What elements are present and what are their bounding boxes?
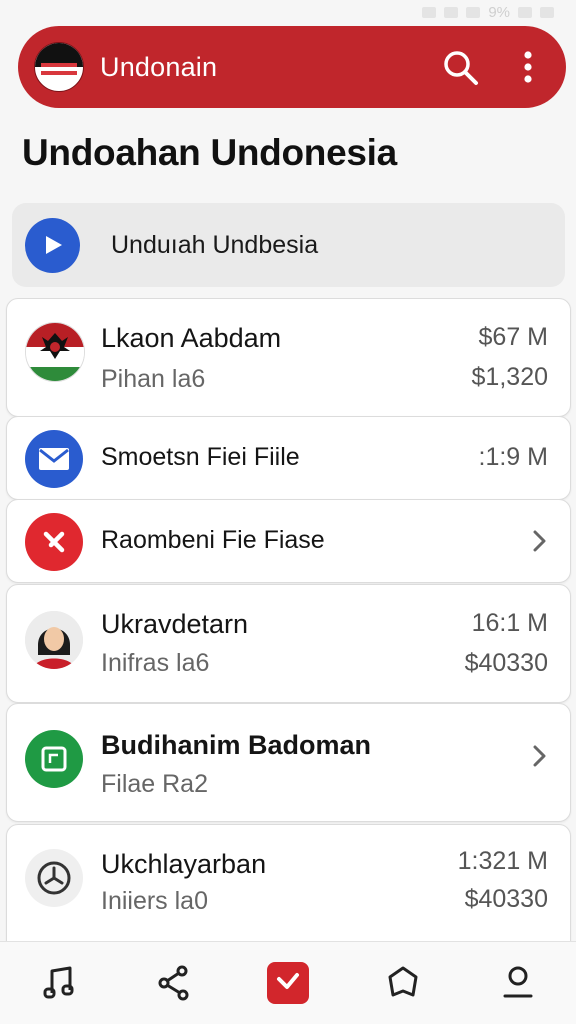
clock-icon xyxy=(25,849,83,907)
play-icon xyxy=(45,236,62,254)
item-value-primary: 1:321 M xyxy=(457,847,548,875)
mail-icon xyxy=(25,430,83,488)
nav-shield[interactable] xyxy=(375,955,431,1011)
nav-music[interactable] xyxy=(30,955,86,1011)
item-title: Ukchlayarban xyxy=(101,849,267,879)
chevron-right-icon[interactable] xyxy=(526,528,552,554)
battery-icon xyxy=(518,6,532,18)
music-icon xyxy=(43,966,74,999)
item-value-primary: $67 M xyxy=(478,323,548,351)
app-title: Undonain xyxy=(100,51,218,82)
bluetooth-icon xyxy=(422,6,437,18)
page-title: Undoahan Undonesia xyxy=(22,132,397,173)
nav-profile[interactable] xyxy=(490,955,546,1011)
item-title: Lkaon Aabdam xyxy=(101,323,282,353)
item-subtitle: Filae Ra2 xyxy=(101,770,208,798)
bottom-nav xyxy=(0,941,576,1024)
list-item[interactable]: Smoetsn Fiei Fiile :1:9 M xyxy=(6,416,571,500)
list-item[interactable]: Lkaon Aabdam Pihan la6 $67 M $1,320 xyxy=(6,298,571,417)
item-value-primary: :1:9 M xyxy=(478,443,548,471)
list-item[interactable]: Budihanim Badoman Filae Ra2 xyxy=(6,703,571,822)
document-icon xyxy=(25,730,83,788)
signal-icon xyxy=(466,6,481,18)
profile-icon xyxy=(503,966,533,998)
battery-text: 9% xyxy=(488,3,510,21)
share-icon xyxy=(158,965,189,1001)
item-title: Budihanim Badoman xyxy=(101,730,372,760)
nav-active-badge xyxy=(266,962,309,1004)
person-avatar xyxy=(25,611,83,669)
shield-icon xyxy=(388,966,418,997)
alarm-icon xyxy=(540,6,554,18)
wifi-icon xyxy=(444,6,459,18)
item-value-secondary: $1,320 xyxy=(471,363,548,391)
more-vert-icon xyxy=(524,51,532,83)
list-item[interactable]: Ukchlayarban Iniiers la0 1:321 M $40330 xyxy=(6,824,571,954)
item-title: Ukravdetarn xyxy=(101,609,249,639)
flag-icon xyxy=(276,973,299,989)
item-value-primary: 16:1 M xyxy=(471,609,548,637)
play-banner[interactable]: Unduıah Undbesia xyxy=(12,203,565,287)
chevron-right-icon[interactable] xyxy=(526,743,552,769)
item-value-secondary: $40330 xyxy=(464,649,548,677)
status-bar: 9% xyxy=(0,0,576,24)
search-button[interactable] xyxy=(438,45,482,89)
nav-flag[interactable] xyxy=(260,955,316,1011)
nav-share[interactable] xyxy=(145,955,201,1011)
search-icon xyxy=(444,51,478,85)
item-title: Smoetsn Fiei Fiile xyxy=(101,443,300,471)
app-bar: Undonain xyxy=(18,26,566,108)
item-subtitle: Inifras la6 xyxy=(101,649,210,677)
app-logo xyxy=(34,42,84,92)
more-options-button[interactable] xyxy=(506,45,550,89)
item-value-secondary: $40330 xyxy=(464,885,548,913)
play-button[interactable] xyxy=(25,217,80,273)
list-item[interactable]: Raombeni Fie Fiase xyxy=(6,499,571,583)
reject-icon xyxy=(25,513,83,571)
item-subtitle: Pihan la6 xyxy=(101,365,206,393)
item-title: Raombeni Fie Fiase xyxy=(101,526,325,554)
item-subtitle: Iniiers la0 xyxy=(101,887,208,915)
flag-emblem-icon xyxy=(25,322,85,382)
banner-label: Unduıah Undbesia xyxy=(111,230,319,259)
list-item[interactable]: Ukravdetarn Inifras la6 16:1 M $40330 xyxy=(6,584,571,703)
